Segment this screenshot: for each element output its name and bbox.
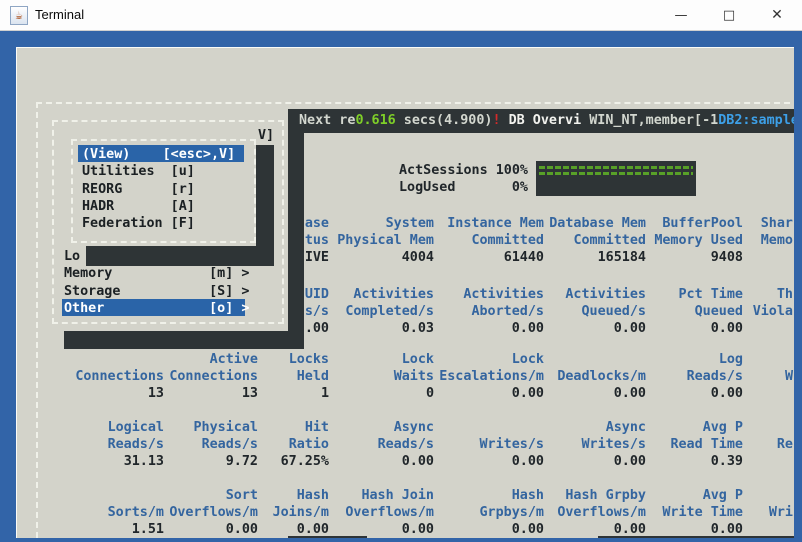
close-button[interactable]: ✕ (760, 0, 794, 31)
minimize-button[interactable]: — (664, 0, 698, 31)
window-frame-top (0, 31, 802, 47)
submenu-item-hadr[interactable]: HADR [A] (82, 198, 195, 215)
terminal-area: ase System Instance Mem Database Mem BufferP… (16, 47, 800, 542)
gauge-box (536, 161, 696, 196)
application-window: ase System Instance Mem Database Mem BufferP… (0, 0, 802, 542)
menu-item-lo[interactable]: Lo (64, 248, 80, 265)
submenu-item-utilities[interactable]: Utilities [u] (82, 163, 195, 180)
header-segment: 0.616 (355, 113, 396, 128)
submenu-item-view[interactable]: (View) [<esc>,V] (82, 146, 235, 163)
header-segment: WIN_NT,member[-1 (581, 113, 719, 128)
header-bar: Next re0.616 secs(4.900)! DB Overvi WIN_… (288, 109, 795, 133)
window-title: Terminal (35, 7, 85, 22)
menu-shadow (64, 331, 304, 349)
menu-shadow (288, 133, 304, 349)
gauge-label: ActSessions 100% (399, 163, 528, 178)
gauge-label: LogUsed 0% (399, 180, 528, 195)
maximize-button[interactable]: □ (712, 0, 746, 31)
header-segment: secs(4.900) (395, 113, 493, 128)
java-icon: ☕ (10, 6, 28, 25)
header-segment: DB2:sample (718, 113, 795, 128)
header-segment: Next re (299, 113, 356, 128)
window-frame-right (794, 31, 802, 542)
submenu-shadow (86, 246, 274, 266)
window-frame-bottom (0, 538, 802, 542)
window-frame-left (0, 31, 16, 542)
gauge-bar (539, 172, 693, 175)
menu-frame-title-fragment: V] (258, 128, 275, 143)
submenu-item-federation[interactable]: Federation [F] (82, 215, 195, 232)
menu-item-other[interactable]: Other [o] > (64, 300, 249, 317)
gauge-bar (539, 166, 693, 169)
menu-item-storage[interactable]: Storage [S] > (64, 283, 249, 300)
menu-item-memory[interactable]: Memory [m] > (64, 265, 249, 282)
header-segment: DB Overvi (508, 113, 582, 128)
submenu-item-reorg[interactable]: REORG [r] (82, 181, 195, 198)
title-bar: ☕ Terminal — □ ✕ (0, 0, 802, 31)
header-segment (501, 113, 509, 128)
header-segment: ! (492, 113, 501, 128)
header-text: Next re0.616 secs(4.900)! DB Overvi WIN_… (299, 112, 795, 129)
